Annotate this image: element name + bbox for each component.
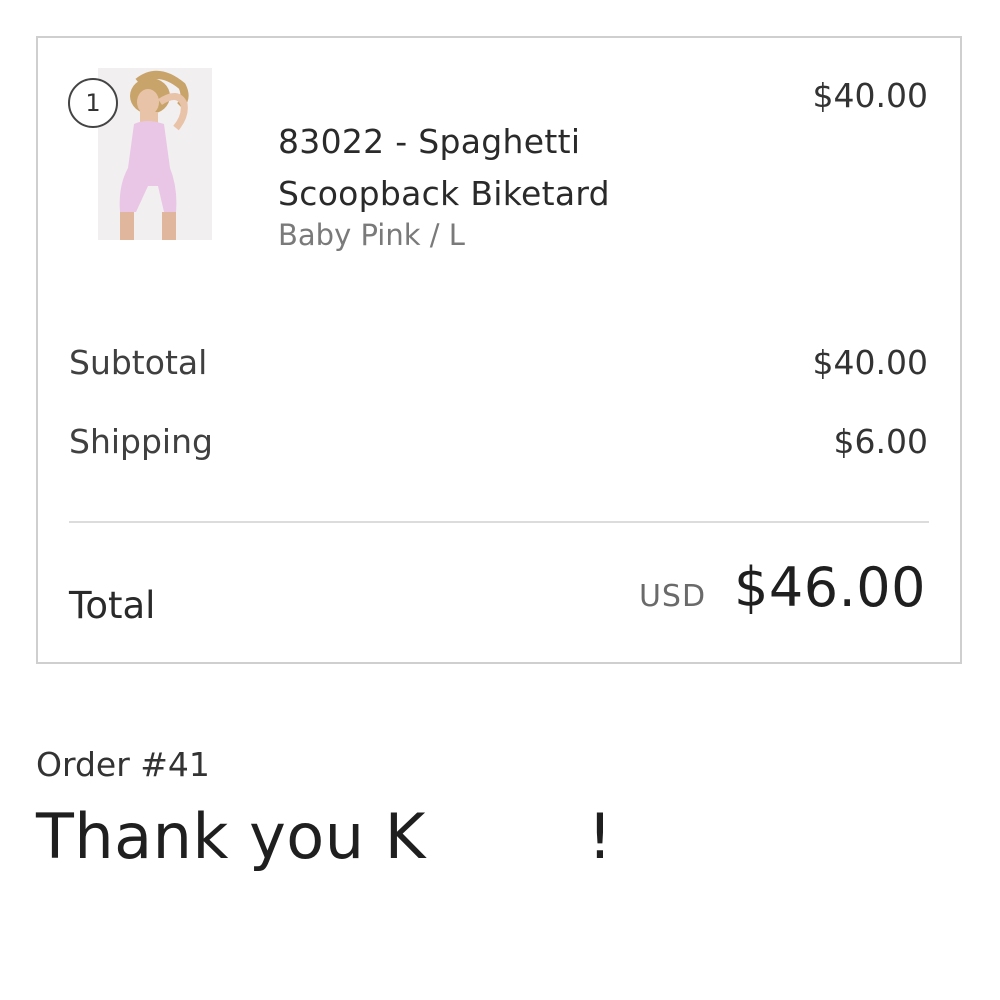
thank-you-heading: Thank you K !: [36, 800, 613, 873]
order-number: Order #41: [36, 745, 210, 784]
line-item-price: $40.00: [812, 76, 928, 115]
product-variant: Baby Pink / L: [278, 218, 465, 252]
shipping-label: Shipping: [69, 422, 213, 461]
subtotal-value: $40.00: [812, 343, 928, 382]
shipping-value: $6.00: [833, 422, 928, 461]
line-item-thumbnail-wrap: 1: [68, 68, 212, 240]
currency-code: USD: [638, 579, 707, 614]
quantity-value: 1: [85, 89, 101, 117]
total-amount: $46.00: [734, 556, 926, 619]
quantity-badge: 1: [68, 78, 118, 128]
summary-divider: [69, 521, 929, 523]
product-name: 83022 - Spaghetti Scoopback Biketard: [278, 122, 610, 213]
total-amount-group: USD $46.00: [639, 556, 926, 619]
order-summary-card: 1 83022 - Spaghetti Scoopback Biketard B…: [36, 36, 962, 664]
subtotal-label: Subtotal: [69, 343, 208, 382]
total-label: Total: [69, 584, 156, 627]
